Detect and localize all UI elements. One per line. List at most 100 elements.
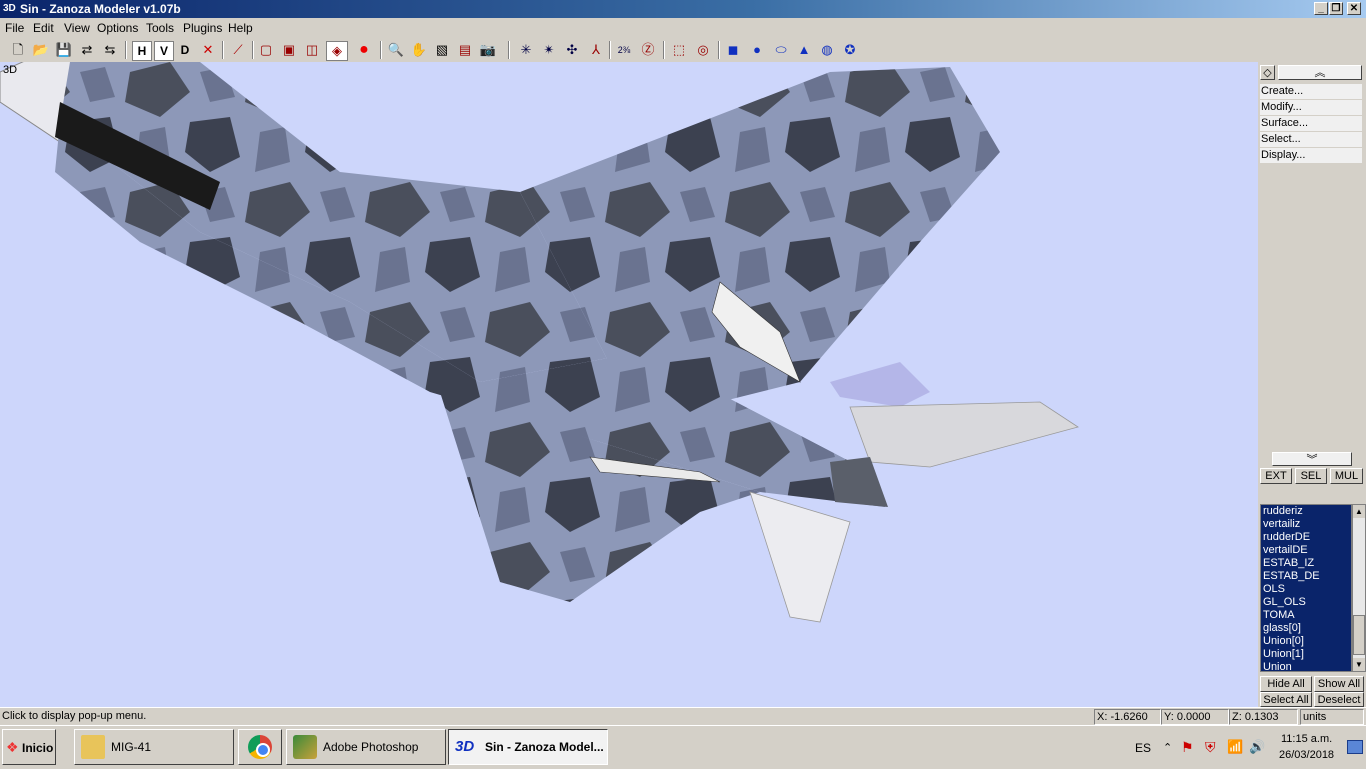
scale-icon[interactable]: ✣ [562,41,582,59]
list-item[interactable]: Union[1] [1261,648,1351,661]
export-icon[interactable]: ⇆ [100,41,120,59]
toolbar-separator [609,41,611,59]
list-item[interactable]: ESTAB_DE [1261,570,1351,583]
list-item[interactable]: rudderiz [1261,505,1351,518]
render-sphere-icon[interactable]: ● [354,41,374,59]
menu-view[interactable]: View [64,21,90,35]
menu-edit[interactable]: Edit [33,21,54,35]
security-icon[interactable]: ⛨ [1205,739,1216,756]
menu-tools[interactable]: Tools [146,21,174,35]
show-desktop-icon[interactable] [1347,740,1363,754]
list-item[interactable]: OLS [1261,583,1351,596]
view-d-button[interactable]: D [176,41,194,59]
zanoza-z-icon[interactable]: Ⓩ [638,41,658,59]
import-icon[interactable]: ⇄ [77,41,97,59]
show-hidden-icons-icon[interactable]: ⌃ [1163,741,1172,754]
list-item[interactable]: Union[0] [1261,635,1351,648]
mul-button[interactable]: MUL [1330,468,1363,484]
show-all-button[interactable]: Show All [1314,676,1364,692]
object-list-scrollbar[interactable]: ▲ ▼ [1352,504,1366,672]
3d-viewport[interactable]: 3D [0,62,1258,707]
save-icon[interactable]: 💾 [54,41,74,59]
task-photoshop[interactable]: Adobe Photoshop [286,729,446,765]
list-item[interactable]: rudderDE [1261,531,1351,544]
minimize-button[interactable]: _ [1314,2,1328,15]
clock-time[interactable]: 11:15 a.m. [1281,733,1332,745]
toolbar-separator [718,41,720,59]
select-circle-icon[interactable]: ◎ [693,41,713,59]
flat-cube-icon[interactable]: ◫ [302,41,322,59]
toolbar-separator [222,41,224,59]
deselect-button[interactable]: Deselect [1314,692,1364,707]
panel-item-display[interactable]: Display... [1260,148,1362,163]
cone-primitive-icon[interactable]: ▲ [794,41,814,59]
move-icon[interactable]: ✳ [516,41,536,59]
list-item[interactable]: vertailDE [1261,544,1351,557]
view-h-button[interactable]: H [132,41,152,61]
scrollbar-thumb[interactable] [1353,615,1365,655]
zoom-extents-icon[interactable]: ▧ [432,41,452,59]
2d-3d-icon[interactable]: 2⅜ [614,41,634,59]
view-v-button[interactable]: V [154,41,174,61]
zoom-icon[interactable]: 🔍 [386,41,406,59]
list-item[interactable]: TOMA [1261,609,1351,622]
menu-help[interactable]: Help [228,21,253,35]
hide-all-button[interactable]: Hide All [1260,676,1312,692]
list-item[interactable]: glass[0] [1261,622,1351,635]
sel-button[interactable]: SEL [1295,468,1327,484]
menu-file[interactable]: File [5,21,24,35]
panel-item-surface[interactable]: Surface... [1260,116,1362,131]
volume-icon[interactable]: 🔊 [1249,739,1265,755]
pan-hand-icon[interactable]: ✋ [409,41,429,59]
list-item[interactable]: vertailiz [1261,518,1351,531]
task-zanoza[interactable]: 3D Sin - Zanoza Model... [448,729,608,765]
select-all-button[interactable]: Select All [1260,692,1312,707]
zoom-region-icon[interactable]: ▤ [455,41,475,59]
close-button[interactable]: ✕ [1347,2,1361,15]
object-list[interactable]: rudderiz vertailiz rudderDE vertailDE ES… [1260,504,1352,674]
language-indicator[interactable]: ES [1135,741,1151,755]
sphere-primitive-icon[interactable]: ● [747,41,767,59]
start-button[interactable]: ❖ Inicio [2,729,56,765]
ext-button[interactable]: EXT [1260,468,1292,484]
box-primitive-icon[interactable]: ◼ [723,41,743,59]
menu-bar: File Edit View Options Tools Plugins Hel… [0,18,1366,38]
hidden-line-cube-icon[interactable]: ▣ [279,41,299,59]
flag-icon[interactable]: ⚑ [1181,739,1194,756]
task-mig41[interactable]: MIG-41 [74,729,234,765]
task-label: Sin - Zanoza Model... [485,740,604,754]
maximize-button[interactable]: ❐ [1329,2,1343,15]
list-item[interactable]: GL_OLS [1261,596,1351,609]
torus-primitive-icon[interactable]: ◍ [817,41,837,59]
scroll-down-button[interactable]: ︾ [1272,452,1352,466]
list-item[interactable]: ESTAB_IZ [1261,557,1351,570]
panel-toggle-icon[interactable]: ◇ [1260,65,1275,80]
wireframe-cube-icon[interactable]: ▢ [256,41,276,59]
cylinder-primitive-icon[interactable]: ⬭ [771,41,791,59]
axis-icon[interactable]: ✕ [198,41,218,59]
clock-date[interactable]: 26/03/2018 [1279,749,1334,761]
task-chrome[interactable] [238,729,282,765]
network-icon[interactable]: 📶 [1227,739,1243,755]
geosphere-primitive-icon[interactable]: ✪ [840,41,860,59]
scroll-down-arrow-icon[interactable]: ▼ [1353,658,1365,671]
menu-options[interactable]: Options [97,21,138,35]
panel-item-select[interactable]: Select... [1260,132,1362,147]
select-rectangle-icon[interactable]: ⬚ [669,41,689,59]
axes-icon[interactable]: ⅄ [586,41,606,59]
aircraft-model [0,62,1079,623]
scroll-up-button[interactable]: ︽ [1278,65,1362,80]
list-item[interactable]: Union [1261,661,1351,674]
camera-icon[interactable]: 📷 [478,41,498,59]
rotate-icon[interactable]: ✴ [539,41,559,59]
vertex-icon[interactable]: ⟋ [228,41,248,59]
toolbar: 🗋 📂 💾 ⇄ ⇆ H V D ✕ ⟋ ▢ ▣ ◫ ◈ ● 🔍 ✋ ▧ ▤ 📷 … [0,38,1366,63]
new-file-icon[interactable]: 🗋 [8,41,28,59]
open-folder-icon[interactable]: 📂 [31,41,51,59]
textured-cube-icon[interactable]: ◈ [326,41,348,61]
menu-plugins[interactable]: Plugins [183,21,222,35]
title-bar[interactable]: 3D Sin - Zanoza Modeler v1.07b _ ❐ ✕ [0,0,1366,18]
panel-item-create[interactable]: Create... [1260,84,1362,99]
panel-item-modify[interactable]: Modify... [1260,100,1362,115]
scroll-up-arrow-icon[interactable]: ▲ [1353,505,1365,518]
